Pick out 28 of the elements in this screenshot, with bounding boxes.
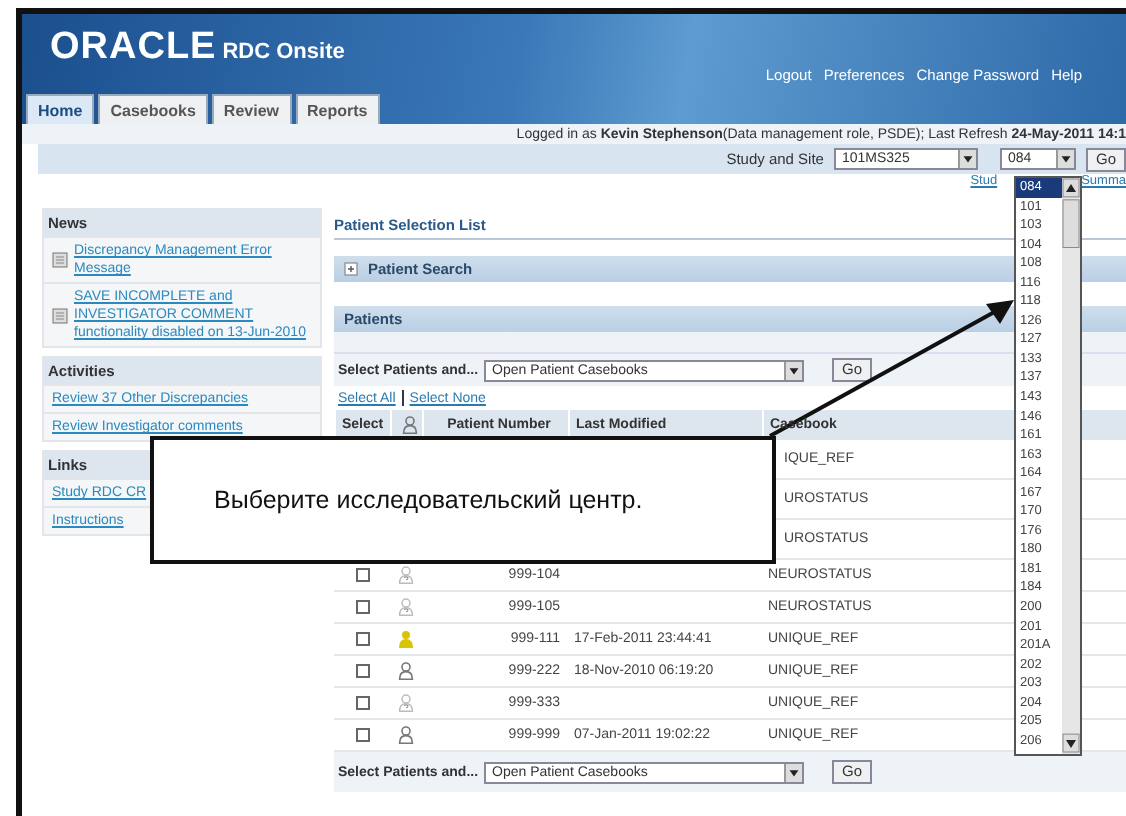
checkbox[interactable] [355, 568, 369, 582]
product-name: RDC Onsite [222, 40, 345, 64]
scrollbar[interactable] [1062, 178, 1080, 754]
callout-text: Выберите исследовательский центр. [214, 486, 643, 514]
question-person-icon [398, 694, 414, 712]
person-icon [402, 416, 418, 434]
caret-icon [784, 361, 803, 379]
checkbox[interactable] [355, 664, 369, 678]
logo: ORACLE [50, 26, 217, 70]
checkbox[interactable] [355, 696, 369, 710]
checkbox[interactable] [355, 632, 369, 646]
person-icon [398, 662, 414, 680]
caret-icon [957, 150, 976, 168]
tab[interactable]: Home [26, 94, 95, 124]
question-person-icon [398, 598, 414, 616]
document-icon [52, 307, 68, 323]
caret-icon [784, 763, 803, 781]
expand-icon[interactable] [344, 262, 358, 276]
person-icon [398, 726, 414, 744]
caret-icon [1055, 150, 1074, 168]
tab[interactable]: Reports [295, 94, 380, 124]
tab[interactable]: Casebooks [98, 94, 208, 124]
checkbox[interactable] [355, 600, 369, 614]
checkbox[interactable] [355, 728, 369, 742]
tab[interactable]: Review [211, 94, 291, 124]
question-person-icon [398, 566, 414, 584]
person-icon [398, 630, 414, 648]
document-icon [52, 252, 68, 268]
